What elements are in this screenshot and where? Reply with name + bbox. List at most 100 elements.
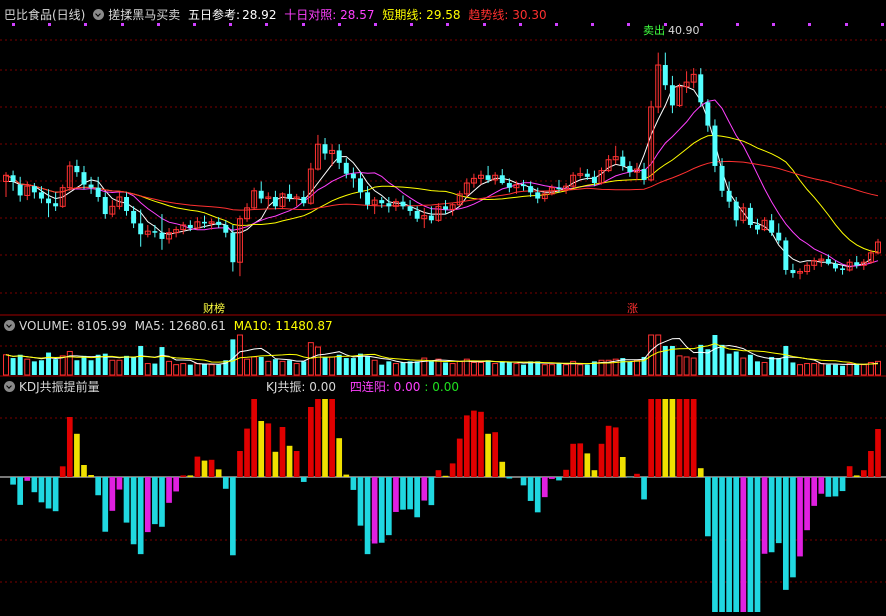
marker-dot: [193, 23, 196, 26]
volume-bar: [279, 360, 286, 376]
kdj-bar: [265, 423, 272, 477]
volume-bar: [499, 361, 505, 375]
kdj-bar: [251, 399, 257, 477]
kdj-bar: [761, 477, 768, 554]
kdj-bar: [180, 475, 187, 477]
volume-bar: [265, 360, 272, 376]
candle-body: [535, 192, 541, 199]
kdj-bar: [435, 470, 442, 477]
volume-bar: [287, 360, 293, 375]
volume-bar: [314, 346, 321, 376]
candle-body: [81, 172, 87, 185]
candle-body: [769, 220, 775, 233]
volume-bar: [138, 345, 144, 375]
candle-body: [159, 232, 165, 239]
marker-dot: [338, 23, 341, 26]
volume-bar: [712, 335, 718, 375]
marker-dot: [772, 23, 775, 26]
volume-bar: [131, 356, 137, 375]
volume-bar: [258, 356, 264, 375]
marker-dot: [483, 23, 486, 26]
candle-body: [521, 184, 527, 187]
candle-body: [379, 200, 385, 204]
kdj-bar: [839, 477, 846, 492]
kdj-bar: [846, 466, 853, 477]
kdj-bar: [130, 477, 137, 545]
candle-body: [202, 221, 207, 224]
kdj-bar: [364, 477, 371, 555]
candle-body: [506, 183, 512, 188]
kdj-bar: [88, 475, 94, 477]
kdj-bar: [173, 477, 179, 492]
kdj-bar: [591, 470, 598, 477]
volume-bar: [754, 361, 760, 375]
candle-body: [712, 125, 718, 166]
kdj-bar: [719, 477, 725, 612]
kdj-bar: [230, 477, 236, 556]
kdj-bar: [570, 443, 576, 477]
candle-body: [53, 203, 59, 207]
volume-bar: [244, 358, 251, 376]
candle-body: [386, 203, 392, 207]
volume-bar: [655, 334, 662, 376]
kdj-bar: [868, 451, 874, 477]
kdj-bar: [102, 477, 109, 532]
volume-bar: [124, 355, 130, 375]
volume-bar: [470, 361, 477, 376]
kdj-bar: [860, 470, 867, 477]
stock-chart[interactable]: [0, 0, 886, 616]
volume-bar: [152, 363, 158, 375]
kdj-bar: [187, 475, 194, 477]
kdj-bar: [208, 459, 215, 477]
kdj-bar: [166, 477, 172, 503]
marker-dot: [446, 23, 449, 26]
kdj-bar: [499, 461, 506, 477]
kdj-bar: [485, 433, 491, 477]
candle-body: [825, 259, 831, 264]
kdj-bar: [683, 399, 690, 477]
volume-bar: [414, 361, 420, 375]
kdj-bar: [421, 477, 428, 501]
candle-body: [102, 197, 108, 215]
volume-bar: [74, 360, 80, 375]
candle-body: [627, 165, 633, 173]
volume-bar: [726, 353, 732, 375]
marker-dot: [627, 23, 630, 26]
volume-bar: [740, 357, 747, 376]
kdj-bar: [322, 399, 328, 477]
kdj-bar: [556, 477, 562, 481]
kdj-bar: [705, 477, 711, 537]
kdj-bar: [272, 451, 279, 477]
candle-body: [10, 175, 16, 182]
marker-dot: [229, 23, 232, 26]
kdj-bar: [463, 415, 470, 477]
kdj-bar: [400, 477, 406, 510]
volume-bar: [818, 363, 825, 376]
kdj-bar: [343, 474, 350, 477]
marker-dot: [374, 23, 377, 26]
volume-bar: [825, 364, 831, 375]
kdj-bar: [655, 399, 662, 477]
kdj-bar: [308, 407, 314, 477]
kdj-bar: [669, 399, 676, 477]
volume-bar: [251, 356, 258, 376]
candle-body: [705, 102, 711, 126]
kdj-bar: [740, 477, 747, 612]
kdj-bar: [492, 432, 499, 477]
volume-bar: [17, 354, 23, 375]
volume-bar: [59, 355, 66, 376]
kdj-bar: [123, 477, 130, 523]
kdj-bar: [258, 421, 265, 477]
marker-dot: [700, 23, 703, 26]
kdj-bar: [350, 477, 357, 490]
kdj-bar: [10, 477, 16, 485]
kdj-bar: [52, 477, 59, 512]
volume-bar: [301, 361, 307, 375]
kdj-bar: [690, 399, 697, 477]
volume-bar: [236, 334, 243, 376]
kdj-bar: [222, 477, 229, 489]
marker-dot: [410, 23, 413, 26]
kdj-bar: [853, 475, 860, 477]
ma-lines: [5, 84, 879, 268]
kdj-bar: [804, 477, 810, 531]
